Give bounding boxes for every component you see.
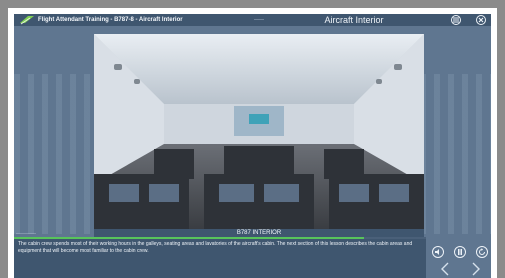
course-title: Flight Attendant Training - B787-8 - Air…	[38, 17, 183, 23]
previous-icon	[441, 262, 449, 276]
training-app: Flight Attendant Training - B787-8 - Air…	[14, 14, 491, 278]
image-caption: B787 INTERIOR	[94, 229, 424, 237]
close-icon	[478, 17, 484, 23]
menu-button[interactable]	[451, 15, 461, 25]
close-button[interactable]	[476, 15, 486, 25]
replay-icon	[479, 248, 485, 255]
airline-logo-icon	[20, 16, 34, 25]
section-title: Aircraft Interior	[324, 15, 384, 25]
pause-button[interactable]	[454, 246, 466, 258]
cabin-illustration	[94, 34, 424, 229]
menu-icon	[453, 17, 459, 23]
header-bar: Flight Attendant Training - B787-8 - Air…	[14, 14, 491, 26]
next-button[interactable]	[469, 262, 483, 276]
narration-text: The cabin crew spends most of their work…	[18, 241, 413, 254]
next-icon	[472, 262, 480, 276]
pause-icon	[458, 249, 462, 255]
replay-button[interactable]	[476, 246, 488, 258]
cabin-interior-image	[94, 34, 424, 229]
small-label: —————	[16, 230, 36, 235]
header-center-mark: ——	[254, 17, 264, 23]
previous-button[interactable]	[438, 262, 452, 276]
audio-icon	[435, 249, 439, 255]
audio-button[interactable]	[432, 246, 444, 258]
